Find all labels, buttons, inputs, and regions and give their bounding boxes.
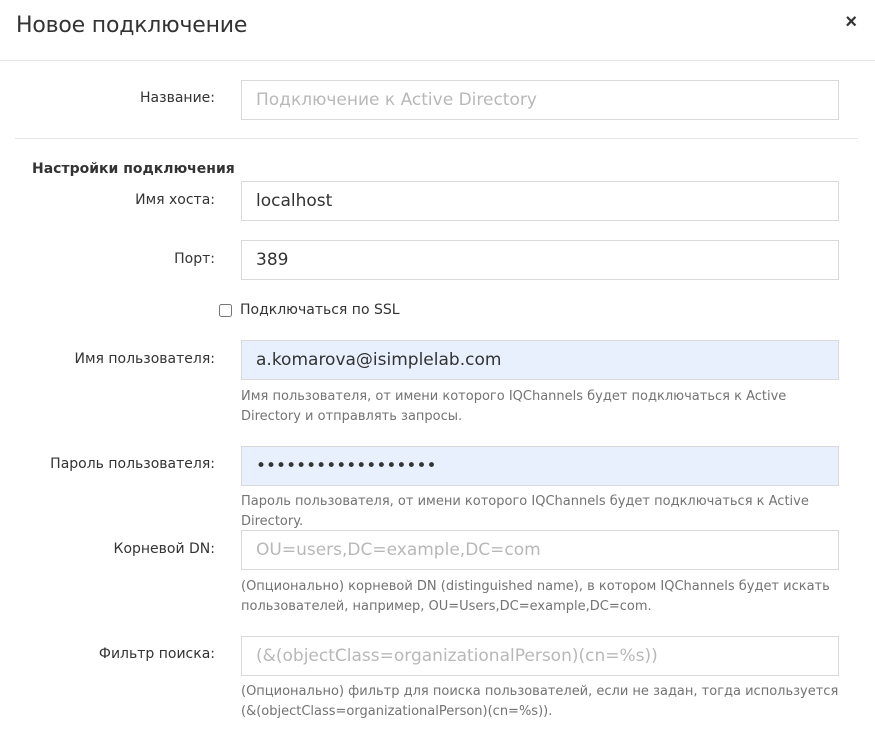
dialog-title: Новое подключение — [16, 13, 248, 38]
search-filter-help: (Опционально) фильтр для поиска пользова… — [241, 684, 839, 719]
ssl-label: Подключаться по SSL — [240, 302, 400, 318]
host-label: Имя хоста: — [135, 192, 215, 208]
password-help: Пароль пользователя, от имени которого I… — [241, 494, 809, 529]
new-connection-dialog: Новое подключение × Название: Настройки … — [0, 0, 875, 739]
root-dn-input[interactable] — [241, 530, 839, 570]
search-filter-label: Фильтр поиска: — [98, 646, 215, 662]
password-label: Пароль пользователя: — [50, 456, 215, 472]
port-label: Порт: — [174, 251, 215, 267]
section-divider — [15, 138, 858, 139]
search-filter-input[interactable] — [241, 636, 839, 676]
ssl-checkbox[interactable] — [219, 303, 232, 317]
host-input[interactable] — [241, 181, 839, 221]
username-input[interactable] — [241, 340, 839, 380]
section-title: Настройки подключения — [32, 161, 235, 177]
port-input[interactable] — [241, 240, 839, 280]
ssl-option[interactable]: Подключаться по SSL — [219, 302, 400, 318]
root-dn-label: Корневой DN: — [113, 541, 216, 557]
dialog-header: Новое подключение × — [0, 0, 875, 61]
username-help: Имя пользователя, от имени которого IQCh… — [241, 389, 787, 424]
password-input[interactable] — [241, 446, 839, 486]
root-dn-help: (Опционально) корневой DN (distinguished… — [241, 579, 830, 614]
close-icon[interactable]: × — [845, 12, 857, 32]
name-label: Название: — [140, 90, 215, 106]
username-label: Имя пользователя: — [74, 351, 215, 367]
name-input[interactable] — [241, 80, 839, 120]
